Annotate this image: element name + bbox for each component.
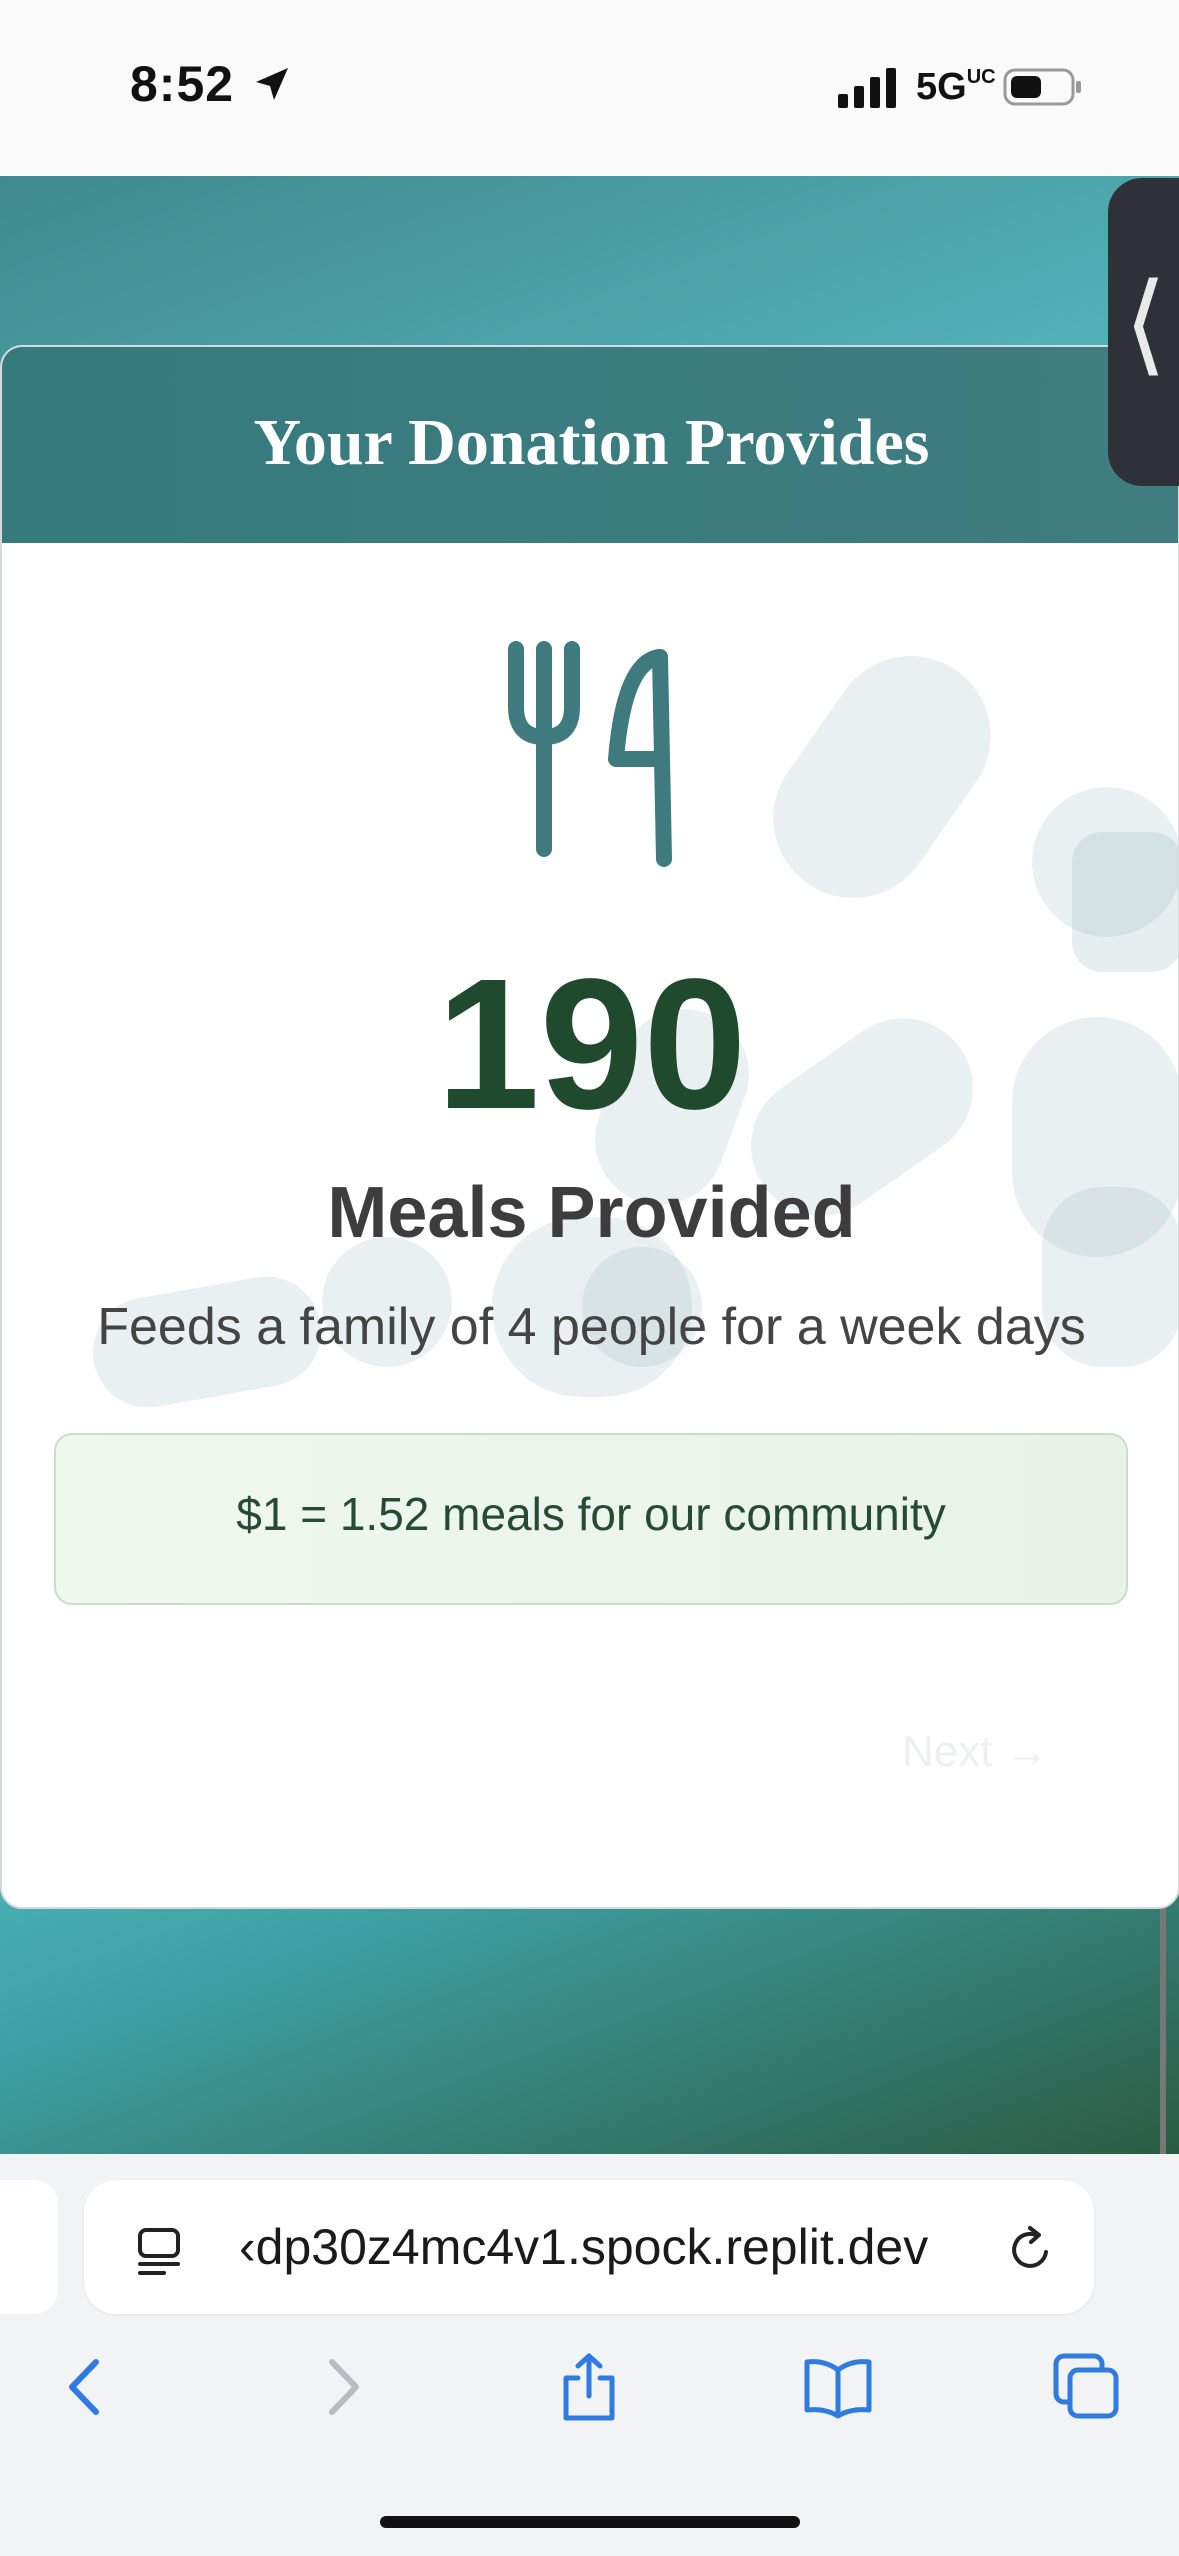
card-header: Your Donation Provides xyxy=(2,347,1178,543)
home-indicator[interactable] xyxy=(380,2516,800,2528)
meals-label: Meals Provided xyxy=(327,1173,856,1253)
meals-count: 190 xyxy=(436,941,747,1148)
next-button[interactable]: Next → xyxy=(902,1727,1049,1777)
bookmarks-icon[interactable] xyxy=(803,2352,873,2422)
status-time: 8:52 xyxy=(130,56,235,112)
conversion-rate-text: $1 = 1.52 meals for our community xyxy=(236,1488,946,1540)
conversion-rate-box: $1 = 1.52 meals for our community xyxy=(54,1433,1128,1605)
tabs-icon[interactable] xyxy=(1052,2352,1122,2422)
address-bar[interactable]: ‹dp30z4mc4v1.spock.replit.dev xyxy=(84,2180,1094,2314)
share-icon[interactable] xyxy=(554,2352,624,2422)
cellular-signal-icon xyxy=(838,68,896,108)
back-icon[interactable] xyxy=(52,2352,122,2422)
status-bar: 8:52 5GUC xyxy=(0,0,1179,176)
card-title: Your Donation Provides xyxy=(253,406,930,479)
meals-description: Feeds a family of 4 people for a week da… xyxy=(97,1298,1086,1356)
donation-card: Your Donation Provides 190 Meals Provide… xyxy=(0,345,1179,1909)
side-panel-tab[interactable]: ⟨ xyxy=(1108,178,1179,486)
network-type: 5GUC xyxy=(916,66,996,108)
forward-icon[interactable] xyxy=(306,2352,376,2422)
chevron-left-icon: ⟨ xyxy=(1124,259,1167,387)
url-text: ‹dp30z4mc4v1.spock.replit.dev xyxy=(239,2219,929,2275)
battery-icon xyxy=(1003,68,1081,106)
fork-knife-icon xyxy=(508,641,672,867)
location-arrow-icon xyxy=(256,68,288,100)
previous-tab-stub[interactable] xyxy=(0,2180,58,2314)
decor-bubble xyxy=(1072,832,1178,972)
decor-bubble xyxy=(741,624,1023,930)
page-menu-icon[interactable] xyxy=(134,2226,184,2276)
reload-icon[interactable] xyxy=(1006,2224,1056,2274)
